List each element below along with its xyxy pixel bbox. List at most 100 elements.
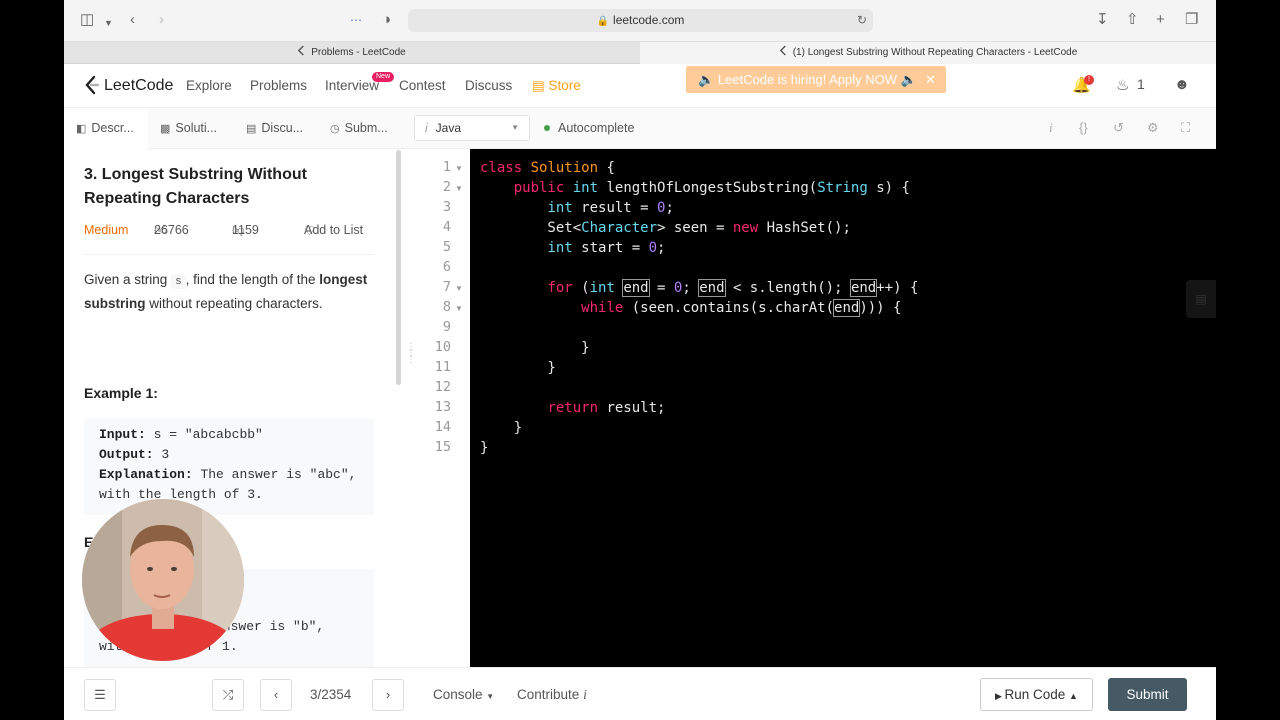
lock-icon: ▩ [160, 123, 171, 135]
flame-icon[interactable]: ♨ [1116, 76, 1129, 94]
tab-discuss[interactable]: ▤ Discu... [246, 108, 303, 149]
fold-arrow-icon[interactable]: ▼ [455, 184, 463, 193]
chevron-down-icon: ▼ [511, 123, 519, 132]
sidebar-toggle-icon[interactable]: ◫ [80, 11, 94, 29]
tab-submissions[interactable]: ◷ Subm... [330, 108, 388, 149]
code-line: return result; [547, 400, 666, 416]
leetcode-logo-icon [85, 75, 100, 95]
add-to-list-label: Add to List [304, 223, 364, 237]
fold-arrow-icon[interactable]: ▼ [455, 284, 463, 293]
address-bar[interactable]: 🔒 leetcode.com ↻ [408, 9, 873, 32]
shuffle-button[interactable]: ⤮ [212, 679, 244, 711]
problem-list-button[interactable]: ☰ [84, 679, 116, 711]
settings-icon[interactable]: ⚙ [1147, 120, 1159, 136]
document-icon: ◧ [76, 123, 87, 135]
code-line: } [480, 360, 556, 376]
download-icon[interactable]: ↧ [1096, 11, 1109, 29]
page-indicator: 3/2354 [310, 687, 352, 702]
tab-title: (1) Longest Substring Without Repeating … [792, 47, 1078, 58]
statement-text: without repeating characters. [149, 296, 323, 311]
forward-icon[interactable]: › [159, 11, 164, 29]
tab-label: Descr... [91, 121, 134, 135]
problem-title: 3. Longest Substring Without Repeating C… [84, 166, 307, 207]
contribute-label: Contribute [517, 687, 580, 702]
console-label: Console [433, 687, 483, 702]
line-number: 4 [442, 219, 451, 235]
autocomplete-toggle[interactable]: Autocomplete [544, 108, 634, 149]
avatar-icon[interactable]: ☻ [1174, 76, 1190, 93]
line-number: 2 [442, 179, 451, 195]
nav-problems[interactable]: Problems [250, 78, 307, 93]
clock-icon: ◷ [330, 123, 340, 135]
megaphone-icon: 🔈 [698, 72, 718, 87]
console-button[interactable]: Console ▼ [433, 687, 494, 702]
problem-statement: Given a string s, find the length of the… [84, 269, 374, 315]
prev-problem-button[interactable]: ‹ [260, 679, 292, 711]
site-header: LeetCode Explore Problems Interview New … [64, 64, 1216, 108]
privacy-shield-icon[interactable]: ◑ [382, 11, 391, 29]
tab-problems[interactable]: Problems - LeetCode [64, 42, 639, 64]
nav-store[interactable]: ▤ Store [532, 78, 581, 94]
nav-discuss[interactable]: Discuss [465, 78, 512, 93]
line-number: 6 [442, 259, 451, 275]
close-icon[interactable]: ✕ [925, 66, 936, 93]
output-label: Output: [99, 447, 154, 462]
browser-toolbar: ◫ ▼ ‹ › ⋯ ◑ 🔒 leetcode.com ↻ ↧ ⇧ + ❐ [64, 0, 1216, 42]
tab-label: Discu... [261, 121, 304, 135]
reload-icon[interactable]: ↻ [857, 9, 867, 32]
clipboard-icon: ▤ [1195, 292, 1207, 306]
nav-contest[interactable]: Contest [399, 78, 446, 93]
app-window: ◫ ▼ ‹ › ⋯ ◑ 🔒 leetcode.com ↻ ↧ ⇧ + ❐ Prob… [64, 0, 1216, 720]
chevron-down-icon[interactable]: ▼ [104, 14, 113, 32]
run-code-button[interactable]: ▶ Run Code ▲ [980, 678, 1093, 711]
megaphone-icon: 🔈 [897, 72, 917, 87]
new-tab-icon[interactable]: + [1156, 11, 1165, 29]
info-icon[interactable]: i [1049, 120, 1053, 136]
line-number: 11 [434, 359, 451, 375]
streak-count: 1 [1137, 76, 1145, 92]
leetcode-favicon-icon [779, 45, 786, 56]
hiring-banner[interactable]: 🔈 LeetCode is hiring! Apply NOW 🔈 ✕ [686, 66, 946, 93]
store-icon: ▤ [532, 78, 549, 93]
language-select[interactable]: i Java ▼ [414, 115, 530, 141]
submit-button[interactable]: Submit [1108, 678, 1187, 711]
comment-icon: ▤ [246, 123, 257, 135]
code-editor[interactable]: class Solution { public int lengthOfLong… [470, 149, 1216, 667]
tab-longest-substring[interactable]: (1) Longest Substring Without Repeating … [640, 42, 1216, 64]
tab-solution[interactable]: ▩ Soluti... [160, 108, 217, 149]
dislike-count: 1159 [232, 223, 259, 237]
nav-interview[interactable]: Interview [325, 78, 379, 93]
extensions-icon[interactable]: ⋯ [350, 11, 362, 29]
tab-overview-icon[interactable]: ❐ [1185, 11, 1198, 29]
fold-arrow-icon[interactable]: ▼ [455, 164, 463, 173]
autocomplete-label: Autocomplete [558, 121, 635, 135]
code-line: int result = 0; [547, 200, 674, 216]
nav-explore[interactable]: Explore [186, 78, 232, 93]
code-line: Set<Character> seen = new HashSet(); [480, 220, 851, 236]
next-problem-button[interactable]: › [372, 679, 404, 711]
line-number: 14 [434, 419, 451, 435]
code-line: for (int end = 0; end < s.length(); end+… [547, 279, 919, 297]
line-number: 10 [434, 339, 451, 355]
chevron-left-icon: ‹ [273, 687, 279, 702]
statement-text: , find the length of the [185, 272, 316, 287]
line-number: 7 [442, 279, 451, 295]
lock-icon: 🔒 [596, 16, 610, 27]
fullscreen-icon[interactable]: ⛶ [1181, 120, 1190, 136]
side-panel-toggle[interactable]: ▤ [1186, 280, 1216, 318]
new-badge: New [372, 72, 395, 82]
line-number: 9 [442, 319, 451, 335]
back-icon[interactable]: ‹ [130, 11, 135, 29]
resize-handle[interactable]: ⋮ ⋮ ⋮ [406, 343, 416, 365]
description-scrollbar[interactable] [396, 150, 401, 385]
braces-icon[interactable]: {} [1079, 120, 1088, 135]
share-icon[interactable]: ⇧ [1126, 11, 1139, 29]
reset-icon[interactable]: ↺ [1113, 120, 1124, 136]
tab-description[interactable]: ◧ Descr... [64, 108, 148, 149]
fold-arrow-icon[interactable]: ▼ [455, 304, 463, 313]
run-label: Run Code [1004, 687, 1066, 702]
difficulty-badge: Medium [84, 223, 129, 237]
leetcode-logo[interactable]: LeetCode [84, 74, 173, 98]
output-value: 3 [161, 447, 170, 462]
contribute-button[interactable]: Contribute i [517, 687, 587, 703]
